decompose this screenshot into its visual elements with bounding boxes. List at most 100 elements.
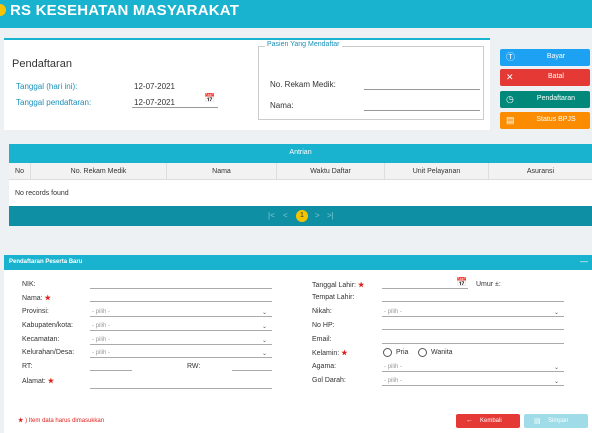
chevron-down-icon[interactable]: ⌄ [262,309,267,316]
col-no[interactable]: No [9,163,31,180]
antrian-header: Antrian [9,144,592,163]
clock-icon: ◷ [506,94,514,104]
last-page-button[interactable]: >| [327,211,334,220]
arrow-left-icon: ← [466,417,473,424]
empty-message: No records found [15,190,69,197]
no-rekam-medik-label: No. Rekam Medik: [270,80,336,89]
no-rekam-medik-field[interactable] [364,89,480,90]
nikah-underline [382,316,564,317]
first-page-button[interactable]: |< [268,211,275,220]
simpan-button[interactable]: ▤ Simpan [524,414,588,428]
tanggal-pendaftaran-label: Tanggal pendaftaran: [16,98,92,107]
bayar-label: Bayar [546,53,566,60]
tanggal-hari-ini-label: Tanggal (hari ini): [16,82,78,91]
current-page-button[interactable]: 1 [296,210,308,222]
required-note-text: ) Item data harus dimasukkan [25,418,105,424]
gol-darah-select[interactable]: - pilih - [384,378,402,384]
rw-field[interactable] [232,370,272,371]
kembali-label: Kembali [480,418,502,424]
kabupaten-select[interactable]: - pilih - [92,323,110,329]
minimize-icon[interactable]: — [580,257,588,266]
pria-label: Pria [396,349,409,356]
email-field[interactable] [382,343,564,344]
prev-page-button[interactable]: < [283,211,288,220]
chevron-down-icon[interactable]: ⌄ [554,309,559,316]
wanita-label: Wanita [431,349,453,356]
bayar-button[interactable]: Ⓣ Bayar [500,49,590,66]
agama-underline [382,371,564,372]
nama-label: Nama: [270,101,294,110]
close-icon: ✕ [506,72,514,82]
nama-field-label: Nama: ★ [22,295,51,302]
nama-input[interactable] [90,301,272,302]
pendaftaran-label: Pendaftaran [536,95,576,102]
rt-field[interactable] [90,370,132,371]
chevron-down-icon[interactable]: ⌄ [554,364,559,371]
tanggal-lahir-field-label: Tanggal Lahir: ★ [312,282,365,289]
kelamin-label-text: Kelamin: [312,350,340,357]
gol-darah-underline [382,385,564,386]
col-no-rekam-medik[interactable]: No. Rekam Medik [31,163,167,180]
simpan-label: Simpan [548,418,569,424]
agama-select[interactable]: - pilih - [384,364,402,370]
kecamatan-label: Kecamatan: [22,336,60,343]
required-note: ★ ) Item data harus dimasukkan [18,418,105,424]
app-title: RS KESEHATAN MASYARAKAT [10,2,240,19]
tempat-lahir-label: Tempat Lahir: [312,294,355,301]
brand-logo [0,4,6,16]
chevron-down-icon[interactable]: ⌄ [554,378,559,385]
kabupaten-underline [90,330,272,331]
wanita-radio[interactable] [418,348,427,357]
gol-darah-label: Gol Darah: [312,377,346,384]
kabupaten-label: Kabupaten/kota: [22,322,73,329]
chevron-down-icon[interactable]: ⌄ [262,323,267,330]
col-unit-pelayanan[interactable]: Unit Pelayanan [385,163,489,180]
kecamatan-underline [90,344,272,345]
tanggal-pendaftaran-input[interactable]: 12-07-2021 [134,98,175,107]
provinsi-label: Provinsi: [22,308,49,315]
tanggal-lahir-field[interactable] [382,288,468,289]
col-nama[interactable]: Nama [167,163,277,180]
tempat-lahir-field[interactable] [382,301,564,302]
tanggal-pendaftaran-underline [132,107,218,108]
batal-button[interactable]: ✕ Batal [500,69,590,86]
antrian-table: Antrian No No. Rekam Medik Nama Waktu Da… [9,144,592,226]
rw-label: RW: [187,363,201,370]
alamat-textarea[interactable] [90,388,272,389]
kembali-button[interactable]: ← Kembali [456,414,520,428]
app-header: RS KESEHATAN MASYARAKAT [0,0,592,28]
col-waktu-daftar[interactable]: Waktu Daftar [277,163,385,180]
nik-field[interactable] [90,288,272,289]
nama-label-text: Nama: [22,295,43,302]
col-asuransi[interactable]: Asuransi [489,163,592,180]
chevron-down-icon[interactable]: ⌄ [262,337,267,344]
alamat-label-text: Alamat: [22,378,46,385]
kelurahan-underline [90,357,272,358]
provinsi-select[interactable]: - pilih - [92,309,110,315]
no-hp-field[interactable] [382,329,564,330]
nikah-label: Nikah: [312,308,332,315]
status-bpjs-button[interactable]: ▤ Status BPJS [500,112,590,129]
monitor-icon: ▤ [506,115,515,125]
nikah-select[interactable]: - pilih - [384,309,402,315]
tanggal-hari-ini-value: 12-07-2021 [134,82,175,91]
rt-label: RT: [22,363,33,370]
pria-radio[interactable] [383,348,392,357]
calendar-icon[interactable]: 📅 [456,277,467,288]
form-title: Pendaftaran Peserta Baru [9,259,83,265]
dollar-circle-icon: Ⓣ [506,52,516,62]
agama-label: Agama: [312,363,337,370]
kelamin-field-label: Kelamin: ★ [312,350,348,357]
next-page-button[interactable]: > [315,211,320,220]
email-label: Email: [312,336,332,343]
kecamatan-select[interactable]: - pilih - [92,337,110,343]
pasien-legend: Pasien Yang Mendaftar [265,41,342,48]
antrian-title: Antrian [289,149,312,156]
nama-field[interactable] [364,110,480,111]
chevron-down-icon[interactable]: ⌄ [262,350,267,357]
umur-label: Umur ±: [476,281,501,288]
calendar-icon[interactable]: 📅 [204,93,215,104]
alamat-field-label: Alamat: ★ [22,378,54,385]
pendaftaran-button[interactable]: ◷ Pendaftaran [500,91,590,108]
kelurahan-select[interactable]: - pilih - [92,350,110,356]
